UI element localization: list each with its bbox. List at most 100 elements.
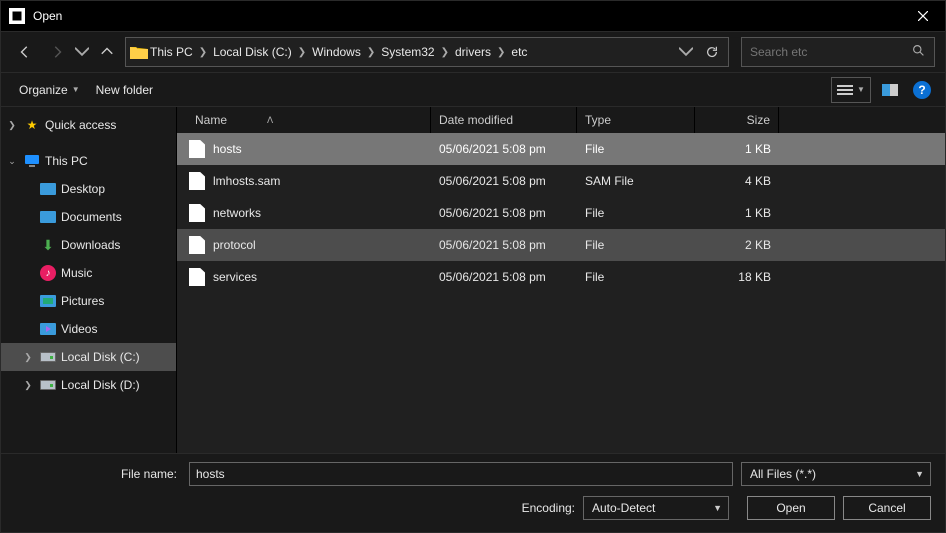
chevron-down-icon: ▼: [857, 85, 865, 94]
file-icon: [189, 268, 205, 286]
tree-pictures[interactable]: Pictures: [1, 287, 176, 315]
open-button[interactable]: Open: [747, 496, 835, 520]
tree-desktop[interactable]: Desktop: [1, 175, 176, 203]
file-filter-combo[interactable]: All Files (*.*) ▼: [741, 462, 931, 486]
crumb-system32[interactable]: System32: [379, 45, 436, 59]
window-title: Open: [33, 9, 900, 23]
videos-icon: [39, 320, 57, 338]
file-row[interactable]: hosts05/06/2021 5:08 pmFile1 KB: [177, 133, 945, 165]
file-name: protocol: [213, 238, 256, 252]
col-type[interactable]: Type: [577, 107, 695, 133]
chevron-right-icon: ❯: [493, 47, 509, 58]
file-type: SAM File: [577, 174, 695, 188]
search-icon: [912, 44, 926, 60]
tree-documents[interactable]: Documents: [1, 203, 176, 231]
chevron-down-icon: ▼: [72, 85, 80, 94]
list-view-icon: [837, 85, 853, 95]
crumb-windows[interactable]: Windows: [310, 45, 363, 59]
file-type: File: [577, 142, 695, 156]
cancel-button[interactable]: Cancel: [843, 496, 931, 520]
filename-input[interactable]: [189, 462, 733, 486]
preview-pane-icon: [882, 84, 898, 96]
music-icon: ♪: [39, 264, 57, 282]
documents-icon: [39, 208, 57, 226]
titlebar: Open: [1, 1, 945, 31]
star-icon: ★: [23, 116, 41, 134]
tree-this-pc[interactable]: ⌄ This PC: [1, 147, 176, 175]
sort-asc-icon: ᐱ: [267, 115, 273, 126]
view-menu[interactable]: ▼: [831, 77, 871, 103]
address-dropdown[interactable]: [674, 38, 698, 66]
chevron-down-icon: ▼: [713, 503, 722, 513]
file-rows: hosts05/06/2021 5:08 pmFile1 KBlmhosts.s…: [177, 133, 945, 453]
col-date[interactable]: Date modified: [431, 107, 577, 133]
crumb-drive[interactable]: Local Disk (C:): [211, 45, 294, 59]
col-name[interactable]: Nameᐱ: [181, 107, 431, 133]
column-headers: Nameᐱ Date modified Type Size: [177, 107, 945, 133]
refresh-button[interactable]: [700, 38, 724, 66]
file-size: 4 KB: [695, 174, 779, 188]
pictures-icon: [39, 292, 57, 310]
file-row[interactable]: protocol05/06/2021 5:08 pmFile2 KB: [177, 229, 945, 261]
file-date: 05/06/2021 5:08 pm: [431, 174, 577, 188]
file-date: 05/06/2021 5:08 pm: [431, 238, 577, 252]
close-button[interactable]: [900, 1, 945, 31]
file-row[interactable]: services05/06/2021 5:08 pmFile18 KB: [177, 261, 945, 293]
expand-icon: ❯: [5, 120, 19, 131]
tree-drive-d[interactable]: ❯ Local Disk (D:): [1, 371, 176, 399]
chevron-right-icon: ❯: [195, 47, 211, 58]
file-size: 18 KB: [695, 270, 779, 284]
tree-drive-c[interactable]: ❯ Local Disk (C:): [1, 343, 176, 371]
crumb-etc[interactable]: etc: [509, 45, 529, 59]
chevron-right-icon: ❯: [437, 47, 453, 58]
file-size: 2 KB: [695, 238, 779, 252]
toolbar: Organize▼ New folder ▼ ?: [1, 73, 945, 107]
preview-pane-button[interactable]: [877, 77, 903, 103]
chevron-down-icon: ▼: [915, 469, 924, 479]
crumb-drivers[interactable]: drivers: [453, 45, 493, 59]
back-button[interactable]: [11, 38, 39, 66]
file-date: 05/06/2021 5:08 pm: [431, 206, 577, 220]
file-list-pane: Nameᐱ Date modified Type Size hosts 05/06…: [177, 107, 945, 453]
collapse-icon: ⌄: [5, 156, 19, 167]
address-bar[interactable]: This PC❯ Local Disk (C:)❯ Windows❯ Syste…: [125, 37, 729, 67]
dialog-body: ❯ ★ Quick access ⌄ This PC Desktop Docum…: [1, 107, 945, 453]
file-icon: [189, 204, 205, 222]
drive-icon: [39, 376, 57, 394]
file-icon: [189, 140, 205, 158]
file-name: networks: [213, 206, 261, 220]
tree-videos[interactable]: Videos: [1, 315, 176, 343]
file-name: services: [213, 270, 257, 284]
crumb-thispc[interactable]: This PC: [148, 45, 195, 59]
desktop-icon: [39, 180, 57, 198]
tree-quick-access[interactable]: ❯ ★ Quick access: [1, 111, 176, 139]
drive-icon: [39, 348, 57, 366]
nav-tree: ❯ ★ Quick access ⌄ This PC Desktop Docum…: [1, 107, 177, 453]
navbar: This PC❯ Local Disk (C:)❯ Windows❯ Syste…: [1, 31, 945, 73]
up-button[interactable]: [93, 38, 121, 66]
search-box[interactable]: [741, 37, 935, 67]
organize-menu[interactable]: Organize▼: [11, 79, 88, 101]
file-name: hosts: [213, 142, 242, 156]
open-dialog: Open This PC❯ Local Disk (C:)❯ Windows❯ …: [0, 0, 946, 533]
help-button[interactable]: ?: [909, 77, 935, 103]
file-name: lmhosts.sam: [213, 174, 280, 188]
tree-music[interactable]: ♪ Music: [1, 259, 176, 287]
col-size[interactable]: Size: [695, 107, 779, 133]
forward-button[interactable]: [43, 38, 71, 66]
downloads-icon: ⬇: [39, 236, 57, 254]
encoding-combo[interactable]: Auto-Detect ▼: [583, 496, 729, 520]
file-icon: [189, 236, 205, 254]
file-type: File: [577, 270, 695, 284]
dialog-footer: File name: All Files (*.*) ▼ Encoding: A…: [1, 453, 945, 532]
pc-icon: [23, 152, 41, 170]
file-date: 05/06/2021 5:08 pm: [431, 142, 577, 156]
expand-icon: ❯: [21, 352, 35, 363]
file-icon: [189, 172, 205, 190]
tree-downloads[interactable]: ⬇ Downloads: [1, 231, 176, 259]
file-row[interactable]: networks05/06/2021 5:08 pmFile1 KB: [177, 197, 945, 229]
recent-dropdown[interactable]: [75, 38, 89, 66]
search-input[interactable]: [750, 45, 912, 59]
new-folder-button[interactable]: New folder: [88, 79, 161, 101]
file-row[interactable]: lmhosts.sam 05/06/2021 5:08 pmSAM File4 K…: [177, 165, 945, 197]
